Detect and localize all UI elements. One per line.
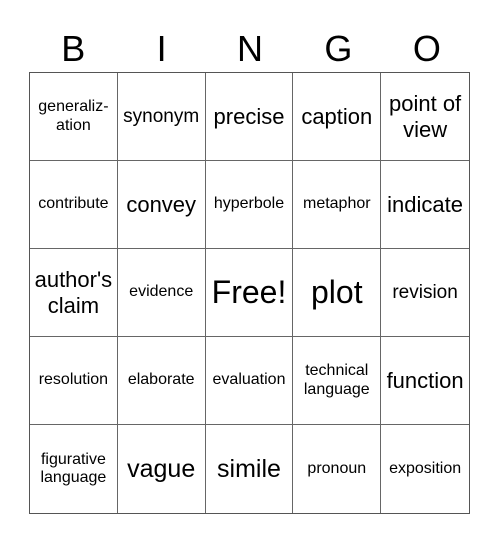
cell-label: hyperbole	[213, 195, 285, 213]
bingo-cell[interactable]: evaluation	[205, 337, 294, 425]
cell-label: contribute	[38, 195, 109, 213]
cell-label: indicate	[387, 191, 464, 217]
bingo-cell[interactable]: elaborate	[117, 337, 206, 425]
bingo-cell[interactable]: hyperbole	[205, 161, 294, 249]
cell-label: exposition	[389, 459, 462, 477]
bingo-cell[interactable]: function	[381, 337, 469, 425]
bingo-cell[interactable]: synonym	[117, 73, 206, 161]
header-letter-b: B	[61, 28, 86, 69]
bingo-grid: generaliz- ation synonym precise caption poi…	[29, 72, 470, 514]
bingo-cell[interactable]: vague	[118, 425, 206, 513]
cell-label: simile	[217, 454, 281, 483]
cell-label: technical language	[303, 362, 370, 398]
cell-label: metaphor	[302, 195, 371, 213]
bingo-cell[interactable]: precise	[205, 73, 294, 161]
cell-label: caption	[301, 103, 373, 129]
header-letter-i: I	[156, 28, 167, 69]
header-letter-o: O	[412, 28, 441, 69]
cell-label: point of view	[389, 91, 462, 142]
bingo-cell[interactable]: indicate	[381, 161, 469, 249]
bingo-cell[interactable]: simile	[206, 425, 294, 513]
cell-label: elaborate	[127, 371, 195, 389]
bingo-cell[interactable]: convey	[117, 161, 206, 249]
free-space-cell[interactable]: Free!	[205, 249, 294, 337]
bingo-cell[interactable]: contribute	[30, 161, 118, 249]
bingo-cell[interactable]: author's claim	[30, 249, 118, 337]
cell-label: pronoun	[307, 459, 367, 477]
cell-label: function	[386, 367, 464, 393]
header-letter-n: N	[237, 28, 264, 69]
cell-label: plot	[310, 274, 363, 311]
bingo-cell[interactable]: pronoun	[293, 425, 382, 513]
cell-label: generaliz- ation	[38, 98, 109, 134]
cell-label: convey	[126, 191, 197, 217]
cell-label: author's claim	[34, 267, 113, 318]
bingo-cell[interactable]: technical language	[293, 337, 382, 425]
cell-label: evaluation	[212, 371, 286, 389]
cell-label: evidence	[129, 283, 194, 301]
bingo-cell[interactable]: point of view	[381, 73, 469, 161]
cell-label: Free!	[211, 274, 287, 311]
bingo-cell[interactable]: exposition	[381, 425, 469, 513]
cell-label: figurative language	[40, 450, 107, 486]
cell-label: synonym	[123, 105, 200, 127]
header-letter-g: G	[324, 28, 353, 69]
bingo-cell[interactable]: figurative language	[30, 425, 118, 513]
cell-label: resolution	[38, 371, 109, 389]
bingo-cell[interactable]: resolution	[30, 337, 118, 425]
bingo-cell[interactable]: evidence	[117, 249, 206, 337]
cell-label: precise	[213, 103, 285, 129]
bingo-cell[interactable]: metaphor	[293, 161, 382, 249]
bingo-cell[interactable]: caption	[293, 73, 382, 161]
bingo-cell[interactable]: revision	[381, 249, 469, 337]
bingo-header: B I N G O	[29, 26, 471, 72]
cell-label: vague	[127, 454, 196, 483]
bingo-cell[interactable]: plot	[293, 249, 382, 337]
cell-label: revision	[392, 281, 458, 303]
bingo-cell[interactable]: generaliz- ation	[30, 73, 118, 161]
